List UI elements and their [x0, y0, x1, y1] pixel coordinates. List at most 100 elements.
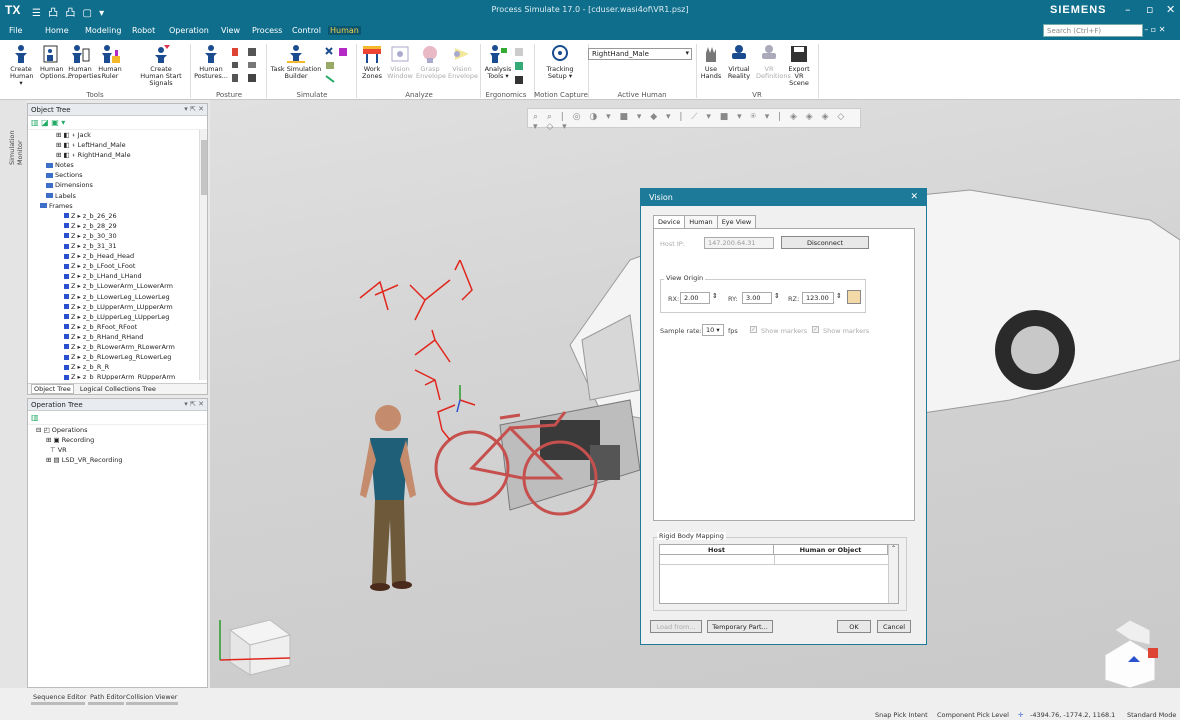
close-icon[interactable]: ✕ — [910, 192, 918, 202]
menu-control[interactable]: Control — [290, 26, 323, 35]
menu-home[interactable]: Home — [43, 26, 71, 35]
tree-item[interactable]: ⊞ ◧ ⍖ RightHand_Male — [30, 150, 207, 160]
tree-item[interactable]: Notes — [30, 160, 207, 170]
operation-tree-toolbar[interactable]: ▥ — [28, 411, 207, 425]
tab-object-tree[interactable]: Object Tree — [31, 384, 74, 394]
tree-item[interactable]: Z ▸ z_b_RLowerLeg_RLowerLeg — [30, 352, 207, 362]
ergonomics-small-icons[interactable] — [512, 46, 526, 86]
grasp-envelope-button[interactable]: Grasp Envelope — [416, 44, 446, 80]
menu-robot[interactable]: Robot — [130, 26, 157, 35]
tree-item[interactable]: Z ▸ z_b_RHand_RHand — [30, 332, 207, 342]
load-from-button[interactable]: Load from... — [650, 620, 702, 633]
tree-item[interactable]: Dimensions — [30, 180, 207, 190]
tree-item[interactable]: Z ▸ z_b_LLowerArm_LLowerArm — [30, 281, 207, 291]
standard-mode[interactable]: Standard Mode — [1127, 711, 1176, 719]
show-markers-checkbox-2[interactable]: ✓ — [812, 326, 819, 333]
create-start-signals-button[interactable]: Create Human Start Signals — [140, 44, 182, 87]
tab-path-editor[interactable]: Path Editor — [90, 693, 126, 701]
human-ruler-button[interactable]: Human Ruler — [98, 44, 122, 80]
host-ip-field[interactable]: 147.200.64.31 — [704, 237, 774, 249]
menu-modeling[interactable]: Modeling — [83, 26, 123, 35]
col-human-or-object[interactable]: Human or Object — [774, 545, 888, 555]
cancel-button[interactable]: Cancel — [877, 620, 911, 633]
tree-item[interactable]: Z ▸ z_b_LHand_LHand — [30, 271, 207, 281]
object-tree-scrollbar[interactable] — [199, 130, 207, 380]
tree-item[interactable]: Z ▸ z_b_26_26 — [30, 211, 207, 221]
snap-pick-intent[interactable]: Snap Pick Intent — [875, 711, 928, 719]
tree-item[interactable]: Z ▸ z_b_RFoot_RFoot — [30, 322, 207, 332]
tree-item[interactable]: ⊞ ◧ ⍖ LeftHand_Male — [30, 140, 207, 150]
ok-button[interactable]: OK — [837, 620, 871, 633]
menu-operation[interactable]: Operation — [167, 26, 211, 35]
maximize-button[interactable]: ▫ — [1146, 3, 1153, 16]
tree-item[interactable]: Z ▸ z_b_R_R — [30, 362, 207, 372]
panel-controls[interactable]: ▾ ⇱ ✕ — [184, 105, 204, 113]
disconnect-button[interactable]: Disconnect — [781, 236, 869, 249]
simulate-small-icons[interactable] — [322, 46, 352, 86]
tree-item[interactable]: ⊟ ◰ Operations — [30, 425, 207, 435]
tree-item[interactable]: ⊞ ◧ ⍖ Jack — [30, 130, 207, 140]
virtual-reality-button[interactable]: Virtual Reality — [726, 44, 752, 80]
simulation-monitor-tab[interactable]: Simulation Monitor — [8, 105, 24, 165]
tab-sequence-editor[interactable]: Sequence Editor — [33, 693, 86, 701]
tree-item[interactable]: Frames — [30, 201, 207, 211]
rx-field[interactable]: 2.00 — [680, 292, 710, 304]
tree-item[interactable]: Z ▸ z_b_28_29 — [30, 221, 207, 231]
use-hands-button[interactable]: Use Hands — [700, 44, 722, 80]
panel-controls[interactable]: ▾ ⇱ ✕ — [184, 400, 204, 408]
tab-eye-view[interactable]: Eye View — [716, 215, 757, 228]
posture-small-icons[interactable] — [230, 46, 262, 86]
ry-spinner[interactable]: ⇕ — [774, 292, 780, 300]
menu-human[interactable]: Human — [328, 26, 361, 35]
navigation-cube[interactable] — [219, 619, 292, 676]
create-human-button[interactable]: Create Human ▾ — [10, 44, 33, 87]
tab-collision-viewer[interactable]: Collision Viewer — [126, 693, 177, 701]
tree-item[interactable]: Labels — [30, 191, 207, 201]
active-human-select[interactable]: RightHand_Male ▾ — [588, 48, 692, 60]
object-tree-toolbar[interactable]: ▥ ◪ ▣ ▾ — [28, 116, 207, 130]
rz-spinner[interactable]: ⇕ — [836, 292, 842, 300]
tree-item[interactable]: Z ▸ z_b_RLowerArm_RLowerArm — [30, 342, 207, 352]
tree-item[interactable]: ⊞ ▣ Recording — [30, 435, 207, 445]
tree-item[interactable]: Z ▸ z_b_LLowerLeg_LLowerLeg — [30, 292, 207, 302]
tree-item[interactable]: Z ▸ z_b_RUpperArm_RUpperArm — [30, 372, 207, 380]
view-navigation-control[interactable] — [1104, 619, 1158, 688]
human-postures-button[interactable]: Human Postures... — [194, 44, 228, 80]
ribbon-controls[interactable]: ⌕ ⌃ – ▫ ✕ — [1126, 25, 1167, 35]
pick-origin-icon[interactable] — [847, 290, 861, 304]
tree-item[interactable]: Sections — [30, 170, 207, 180]
component-pick-level[interactable]: Component Pick Level — [937, 711, 1009, 719]
temporary-part-button[interactable]: Temporary Part... — [707, 620, 773, 633]
sample-rate-select[interactable]: 10 ▾ — [702, 324, 724, 336]
viewport-toolbar[interactable]: ⌕ ⌕ | ◎ ◑ ▾ ■ ▾ ◆ ▾ | ⟋ ▾ ■ ▾ ⍟ ▾ | ◈ ◈ … — [527, 108, 861, 132]
scrollbar-thumb[interactable] — [201, 140, 207, 195]
vision-envelope-button[interactable]: Vision Envelope — [448, 44, 478, 80]
rigid-body-table[interactable]: Host Human or Object ⌃ — [659, 544, 899, 604]
rz-field[interactable]: 123.00 — [802, 292, 834, 304]
export-vr-scene-button[interactable]: Export VR Scene — [786, 44, 812, 87]
vision-window-button[interactable]: Vision Window — [386, 44, 414, 80]
menu-process[interactable]: Process — [250, 26, 284, 35]
minimize-button[interactable]: – — [1125, 3, 1131, 16]
tree-item[interactable]: Z ▸ z_b_LUpperArm_LUpperArm — [30, 302, 207, 312]
close-button[interactable]: ✕ — [1166, 3, 1175, 16]
tab-human[interactable]: Human — [684, 215, 718, 228]
tree-item[interactable]: ⊤ VR — [30, 445, 207, 455]
show-markers-checkbox[interactable]: ✓ — [750, 326, 757, 333]
menu-file[interactable]: File — [7, 26, 24, 35]
tree-item[interactable]: Z ▸ z_b_LFoot_LFoot — [30, 261, 207, 271]
tree-item[interactable]: Z ▸ z_b_31_31 — [30, 241, 207, 251]
tree-item[interactable]: Z ▸ z_b_30_30 — [30, 231, 207, 241]
rx-spinner[interactable]: ⇕ — [712, 292, 718, 300]
ry-field[interactable]: 3.00 — [742, 292, 772, 304]
tree-item[interactable]: Z ▸ z_b_LUpperLeg_LUpperLeg — [30, 312, 207, 322]
human-options-button[interactable]: Human Options... — [40, 44, 71, 80]
tab-logical-collections[interactable]: Logical Collections Tree — [80, 385, 156, 393]
col-host[interactable]: Host — [660, 545, 774, 555]
human-properties-button[interactable]: Human Properties — [68, 44, 101, 80]
tree-item[interactable]: Z ▸ z_b_Head_Head — [30, 251, 207, 261]
tree-item[interactable]: ⊞ ▤ LSD_VR_Recording — [30, 455, 207, 465]
vr-definitions-button[interactable]: VR Definitions — [756, 44, 791, 80]
analysis-tools-button[interactable]: Analysis Tools ▾ — [484, 44, 512, 80]
object-tree-list[interactable]: ⊞ ◧ ⍖ Jack ⊞ ◧ ⍖ LeftHand_Male ⊞ ◧ ⍖ Right… — [28, 130, 207, 380]
